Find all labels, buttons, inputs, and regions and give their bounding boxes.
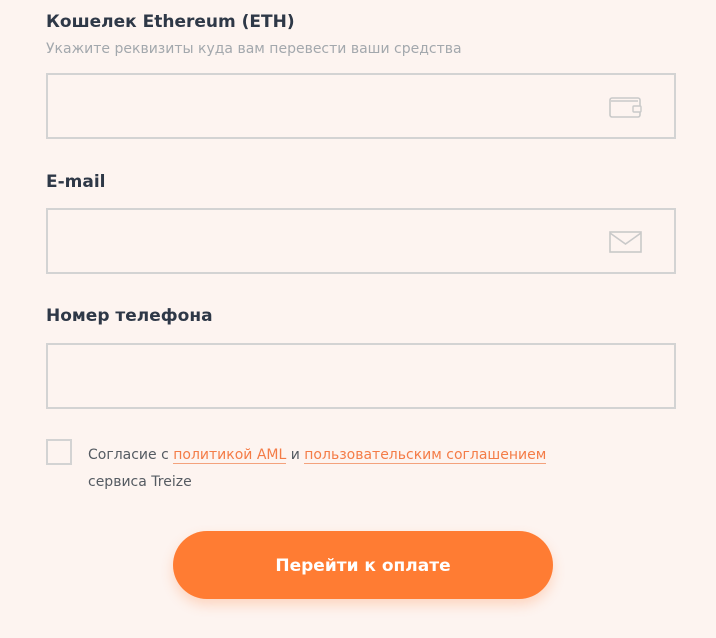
consent-text-after: сервиса Treize <box>88 474 192 490</box>
email-input[interactable] <box>48 210 608 272</box>
consent-checkbox[interactable] <box>46 439 72 465</box>
wallet-input[interactable] <box>48 75 608 137</box>
consent-text-and: и <box>286 447 305 463</box>
aml-policy-link[interactable]: политикой AML <box>173 447 287 464</box>
phone-label: Номер телефона <box>46 306 213 326</box>
wallet-icon <box>609 97 642 118</box>
mail-icon <box>609 231 642 253</box>
wallet-hint: Укажите реквизиты куда вам перевести ваш… <box>46 41 462 57</box>
phone-field[interactable] <box>46 343 676 409</box>
email-label: E-mail <box>46 172 106 192</box>
wallet-label: Кошелек Ethereum (ETH) <box>46 12 295 32</box>
consent-text: Согласие с политикой AML и пользовательс… <box>88 442 648 496</box>
wallet-field[interactable] <box>46 73 676 139</box>
user-agreement-link[interactable]: пользовательским соглашением <box>304 447 547 464</box>
consent-text-before: Согласие с <box>88 447 174 463</box>
proceed-to-payment-button[interactable]: Перейти к оплате <box>173 531 553 599</box>
phone-input[interactable] <box>48 345 608 407</box>
email-field[interactable] <box>46 208 676 274</box>
